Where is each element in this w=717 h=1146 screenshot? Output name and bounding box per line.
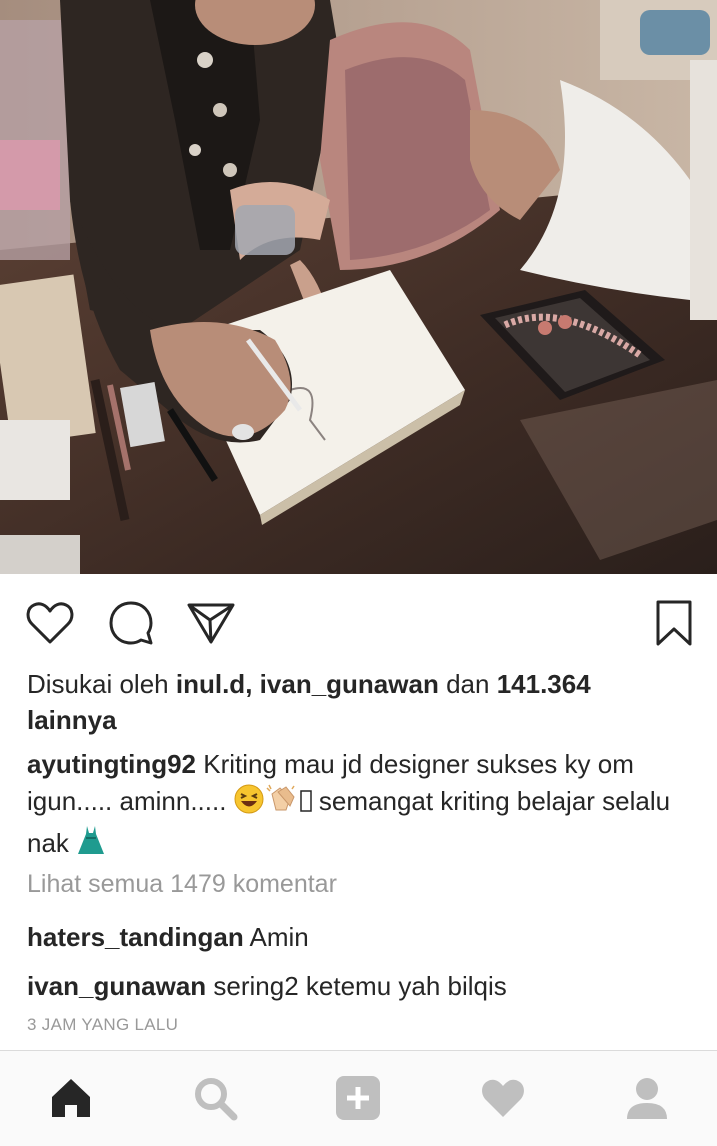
comment-username[interactable]: ivan_gunawan [27, 971, 206, 1001]
likes-conjunction: dan [446, 669, 490, 699]
dress-emoji-icon [76, 824, 106, 866]
activity-heart-icon[interactable] [480, 1075, 526, 1121]
post-photo-illustration [0, 0, 717, 574]
post-caption: ayutingting92 Kriting mau jd designer su… [27, 746, 687, 866]
comment-text: Amin [249, 922, 309, 952]
comment-username[interactable]: haters_tandingan [27, 922, 244, 952]
send-paper-plane-icon[interactable] [186, 598, 236, 648]
likes-prefix: Disukai oleh [27, 669, 169, 699]
laughing-face-emoji-icon [234, 784, 264, 824]
add-post-icon[interactable] [335, 1075, 381, 1121]
heart-outline-icon[interactable] [25, 598, 75, 648]
likes-separator: , [245, 669, 253, 699]
view-all-comments-link[interactable]: Lihat semua 1479 komentar [27, 870, 337, 899]
missing-glyph-icon [299, 787, 312, 824]
comment-item: ivan_gunawan sering2 ketemu yah bilqis [27, 969, 507, 1003]
post-timestamp: 3 JAM YANG LALU [27, 1015, 179, 1034]
liker-username[interactable]: ivan_gunawan [260, 669, 439, 699]
post-action-bar [0, 574, 717, 666]
profile-icon[interactable] [624, 1075, 670, 1121]
likes-summary[interactable]: Disukai oleh inul.d, ivan_gunawan dan 14… [27, 666, 667, 738]
post-photo[interactable] [0, 0, 717, 574]
comment-text: sering2 ketemu yah bilqis [213, 971, 507, 1001]
likes-suffix[interactable]: lainnya [27, 705, 117, 735]
search-icon[interactable] [192, 1075, 238, 1121]
bookmark-icon[interactable] [652, 598, 696, 648]
likes-count[interactable]: 141.364 [497, 669, 591, 699]
comment-bubble-icon[interactable] [106, 598, 156, 648]
liker-username[interactable]: inul.d [176, 669, 245, 699]
bottom-navigation [0, 1050, 717, 1146]
home-icon[interactable] [48, 1075, 94, 1121]
clapping-hands-emoji-icon [264, 784, 300, 824]
comment-item: haters_tandingan Amin [27, 920, 309, 954]
caption-username[interactable]: ayutingting92 [27, 749, 196, 779]
